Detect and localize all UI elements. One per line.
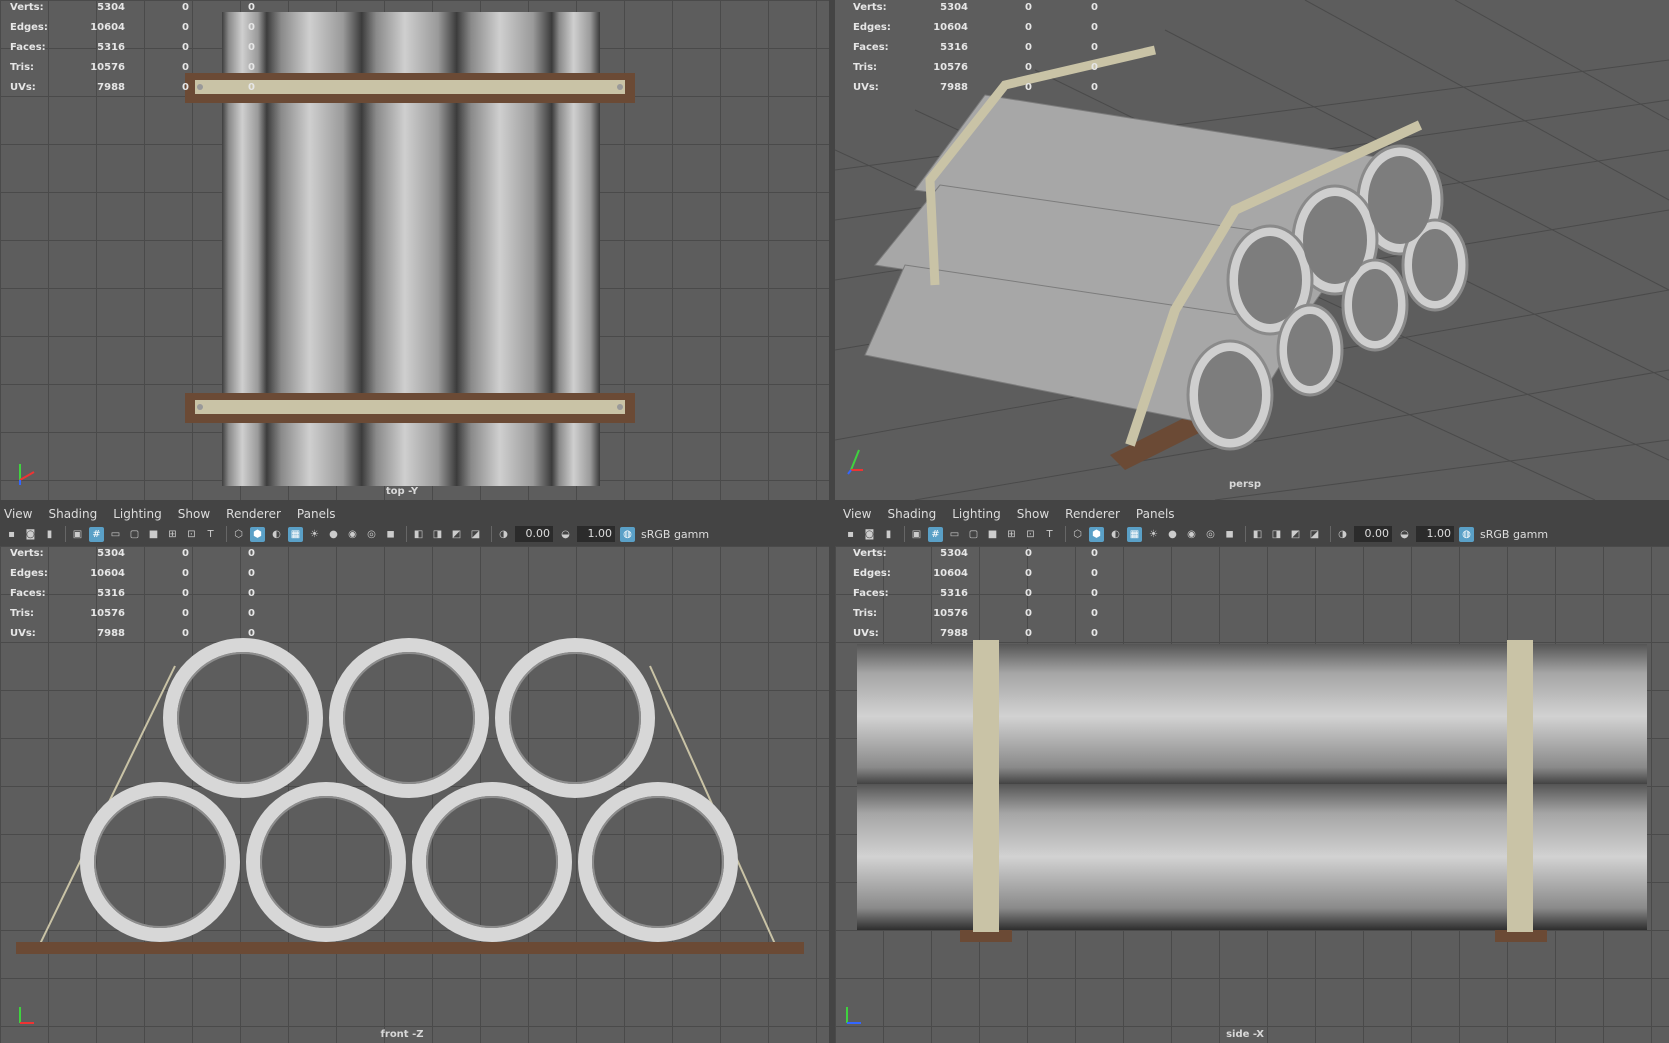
- gamma-field[interactable]: 1.00: [577, 526, 615, 542]
- camera-icon[interactable]: ▪: [843, 527, 858, 542]
- toolbar-separator: [1065, 526, 1066, 542]
- gamma-icon[interactable]: ◒: [558, 527, 573, 542]
- camera-attr-icon[interactable]: ◙: [862, 527, 877, 542]
- textured-icon[interactable]: ▦: [1127, 526, 1142, 542]
- viewport-side[interactable]: Verts: 5304 0 0 Edges: 10604 0 0 Faces: 5316 0 0 …: [835, 546, 1669, 1043]
- axis-gizmo-icon: [847, 449, 863, 475]
- color-mgmt-icon[interactable]: ◍: [620, 526, 635, 542]
- camera-label: front -Z: [380, 1029, 424, 1040]
- default-material-icon[interactable]: ◐: [1108, 527, 1123, 542]
- wireframe-icon[interactable]: ⬡: [1070, 527, 1085, 542]
- color-mgmt-icon[interactable]: ◍: [1459, 526, 1474, 542]
- menu-panels[interactable]: Panels: [297, 507, 336, 521]
- safe-title-icon[interactable]: T: [203, 527, 218, 542]
- field-chart-icon[interactable]: ⊞: [1004, 527, 1019, 542]
- smooth-shade-icon[interactable]: ⬢: [1089, 526, 1104, 542]
- toolbar-separator: [1245, 526, 1246, 542]
- resolution-gate-icon[interactable]: ▢: [966, 527, 981, 542]
- field-chart-icon[interactable]: ⊞: [165, 527, 180, 542]
- menu-lighting[interactable]: Lighting: [952, 507, 1001, 521]
- exposure-icon[interactable]: ◑: [496, 527, 511, 542]
- grid-icon[interactable]: #: [928, 526, 943, 542]
- bookmark-icon[interactable]: ▮: [881, 527, 896, 542]
- menu-renderer[interactable]: Renderer: [226, 507, 281, 521]
- persp-view-scene: [835, 0, 1669, 500]
- menu-shading[interactable]: Shading: [887, 507, 936, 521]
- panel-menubar-side: View Shading Lighting Show Renderer Pane…: [835, 504, 1669, 524]
- maya-four-view-layout: Verts: 5304 0 0 Edges: 10604 0 0 Faces: 5316 0 0 …: [0, 0, 1669, 1043]
- gate-mask-icon[interactable]: ■: [146, 527, 161, 542]
- multisample-icon[interactable]: ◼: [1222, 527, 1237, 542]
- shadows-icon[interactable]: ●: [326, 527, 341, 542]
- panel-toolbar-side: ▪ ◙ ▮ ▣ # ▭ ▢ ■ ⊞ ⊡ T ⬡ ⬢ ◐ ▦ ☀ ● ◉ ◎ ◼ ◧ ◨ ◩ ◪ ◑ 0.00 ◒ 1.00 ◍ sRGB …: [835, 522, 1669, 546]
- axis-gizmo-icon: [846, 1007, 861, 1024]
- image-plane-icon[interactable]: ▣: [70, 527, 85, 542]
- film-gate-icon[interactable]: ▭: [108, 527, 123, 542]
- exposure-field[interactable]: 0.00: [1354, 526, 1392, 542]
- xray-icon[interactable]: ◨: [430, 527, 445, 542]
- image-plane-icon[interactable]: ▣: [909, 527, 924, 542]
- backface-icon[interactable]: ◪: [468, 527, 483, 542]
- backface-icon[interactable]: ◪: [1307, 527, 1322, 542]
- menu-show[interactable]: Show: [178, 507, 210, 521]
- xray-joints-icon[interactable]: ◩: [449, 527, 464, 542]
- safe-action-icon[interactable]: ⊡: [184, 527, 199, 542]
- toolbar-separator: [226, 526, 227, 542]
- camera-icon[interactable]: ▪: [4, 527, 19, 542]
- motion-blur-icon[interactable]: ◎: [364, 527, 379, 542]
- exposure-field[interactable]: 0.00: [515, 526, 553, 542]
- textured-icon[interactable]: ▦: [288, 526, 303, 542]
- gamma-icon[interactable]: ◒: [1397, 527, 1412, 542]
- menu-view[interactable]: View: [843, 507, 871, 521]
- grid-icon[interactable]: #: [89, 526, 104, 542]
- camera-label: side -X: [1226, 1029, 1264, 1040]
- axis-gizmo-icon: [19, 1007, 34, 1024]
- toolbar-separator: [65, 526, 66, 542]
- motion-blur-icon[interactable]: ◎: [1203, 527, 1218, 542]
- top-view-scene: [185, 12, 635, 486]
- xray-icon[interactable]: ◨: [1269, 527, 1284, 542]
- camera-attr-icon[interactable]: ◙: [23, 527, 38, 542]
- exposure-icon[interactable]: ◑: [1335, 527, 1350, 542]
- gamma-field[interactable]: 1.00: [1416, 526, 1454, 542]
- lights-icon[interactable]: ☀: [307, 527, 322, 542]
- toolbar-separator: [904, 526, 905, 542]
- isolate-icon[interactable]: ◧: [1250, 527, 1265, 542]
- bookmark-icon[interactable]: ▮: [42, 527, 57, 542]
- toolbar-separator: [406, 526, 407, 542]
- film-gate-icon[interactable]: ▭: [947, 527, 962, 542]
- toolbar-separator: [491, 526, 492, 542]
- lights-icon[interactable]: ☀: [1146, 527, 1161, 542]
- axis-gizmo-icon: [19, 464, 35, 485]
- camera-label: persp: [1229, 479, 1261, 490]
- default-material-icon[interactable]: ◐: [269, 527, 284, 542]
- panel-toolbar-front: ▪ ◙ ▮ ▣ # ▭ ▢ ■ ⊞ ⊡ T ⬡ ⬢ ◐ ▦ ☀ ● ◉ ◎ ◼ ◧ ◨ ◩ ◪ ◑ 0.00 ◒ 1.00 ◍ sRGB …: [0, 522, 829, 546]
- isolate-icon[interactable]: ◧: [411, 527, 426, 542]
- menu-show[interactable]: Show: [1017, 507, 1049, 521]
- resolution-gate-icon[interactable]: ▢: [127, 527, 142, 542]
- shadows-icon[interactable]: ●: [1165, 527, 1180, 542]
- menu-lighting[interactable]: Lighting: [113, 507, 162, 521]
- colorspace-label[interactable]: sRGB gamm: [641, 528, 709, 541]
- menu-shading[interactable]: Shading: [48, 507, 97, 521]
- viewport-top[interactable]: Verts: 5304 0 0 Edges: 10604 0 0 Faces: 5316 0 0 …: [0, 0, 829, 500]
- panel-menubar-front: View Shading Lighting Show Renderer Pane…: [0, 504, 829, 524]
- menu-view[interactable]: View: [4, 507, 32, 521]
- gate-mask-icon[interactable]: ■: [985, 527, 1000, 542]
- menu-renderer[interactable]: Renderer: [1065, 507, 1120, 521]
- xray-joints-icon[interactable]: ◩: [1288, 527, 1303, 542]
- camera-label: top -Y: [385, 486, 419, 497]
- menu-panels[interactable]: Panels: [1136, 507, 1175, 521]
- safe-title-icon[interactable]: T: [1042, 527, 1057, 542]
- viewport-persp[interactable]: Verts: 5304 0 0 Edges: 10604 0 0 Faces: 5316 0 0 …: [835, 0, 1669, 500]
- safe-action-icon[interactable]: ⊡: [1023, 527, 1038, 542]
- ambient-occlusion-icon[interactable]: ◉: [345, 527, 360, 542]
- ambient-occlusion-icon[interactable]: ◉: [1184, 527, 1199, 542]
- multisample-icon[interactable]: ◼: [383, 527, 398, 542]
- viewport-front[interactable]: Verts: 5304 0 0 Edges: 10604 0 0 Faces: 5316 0 0 …: [0, 546, 829, 1043]
- toolbar-separator: [1330, 526, 1331, 542]
- colorspace-label[interactable]: sRGB gamm: [1480, 528, 1548, 541]
- wireframe-icon[interactable]: ⬡: [231, 527, 246, 542]
- smooth-shade-icon[interactable]: ⬢: [250, 526, 265, 542]
